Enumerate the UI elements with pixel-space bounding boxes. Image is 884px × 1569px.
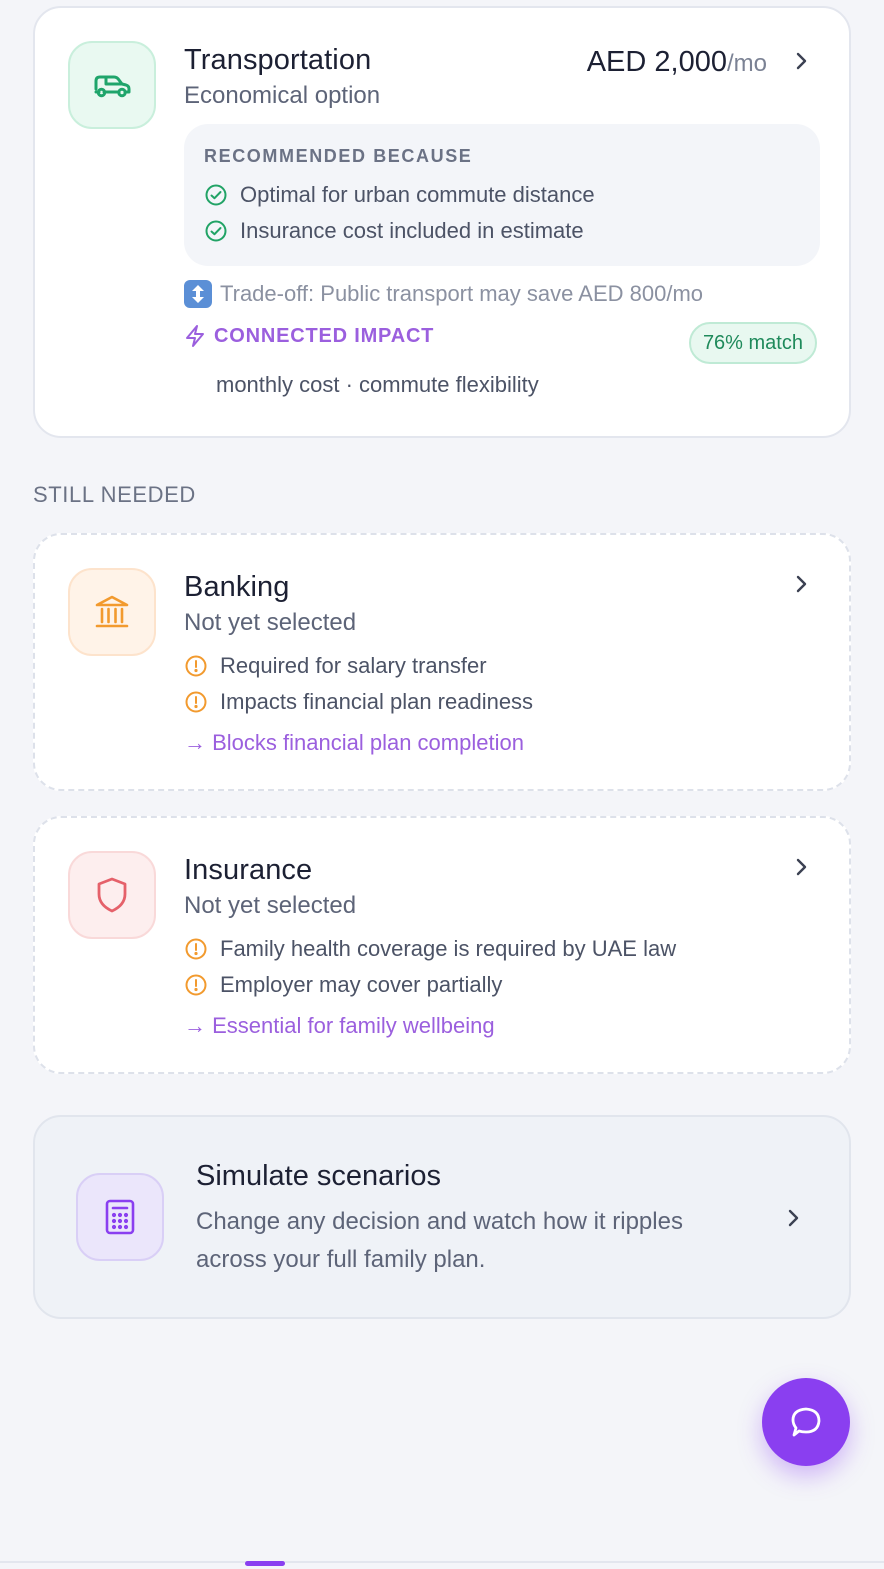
reason-text: Optimal for urban commute distance [240,182,595,207]
requirement-item: Impacts financial plan readiness [184,689,533,715]
blocker-note: → Blocks financial plan completion [184,730,524,755]
card-subtitle: Not yet selected [184,892,357,919]
check-circle-icon [205,220,227,242]
requirement-item: Employer may cover partially [184,972,502,998]
reason-text: Insurance cost included in estimate [240,218,584,243]
chevron-right-icon[interactable] [790,856,812,878]
requirement-text: Required for salary transfer [220,653,487,678]
still-needed-heading: STILL NEEDED [33,482,196,507]
reason-item: Optimal for urban commute distance [204,182,595,208]
alert-circle-icon [185,938,207,960]
insurance-card[interactable]: Insurance Not yet selected Family health… [33,816,851,1074]
tradeoff-text: Trade-off: Public transport may save AED… [220,281,704,306]
card-title: Transportation [184,44,372,76]
requirement-item: Required for salary transfer [184,653,487,679]
monthly-price: AED 2,000/mo [587,46,767,79]
simulate-scenarios-card[interactable]: Simulate scenarios Change any decision a… [33,1115,851,1319]
active-tab-indicator [245,1561,285,1566]
card-subtitle: Economical option [184,82,381,109]
price-amount: AED 2,000 [586,46,727,78]
impact-detail: monthly cost · commute flexibility [216,372,539,397]
connected-impact-label: CONNECTED IMPACT [184,324,434,348]
impact-label-text: CONNECTED IMPACT [214,324,435,347]
bottom-nav-divider [0,1561,884,1563]
chevron-right-icon[interactable] [790,50,812,72]
recommended-heading: RECOMMENDED BECAUSE [204,146,473,166]
chevron-right-icon[interactable] [782,1207,804,1229]
check-circle-icon [205,184,227,206]
reason-item: Insurance cost included in estimate [204,218,584,244]
transportation-card[interactable]: Transportation Economical option AED 2,0… [33,6,851,438]
recommendation-panel: RECOMMENDED BECAUSE Optimal for urban co… [184,124,820,266]
lightning-icon [186,325,204,347]
car-icon-box [68,41,156,129]
alert-circle-icon [185,691,207,713]
requirement-item: Family health coverage is required by UA… [184,936,676,962]
alert-circle-icon [185,974,207,996]
alert-circle-icon [185,655,207,677]
shield-icon-box [68,851,156,939]
requirement-text: Impacts financial plan readiness [220,689,534,714]
card-subtitle: Not yet selected [184,609,357,636]
chat-button[interactable] [762,1378,850,1466]
bank-icon-box [68,568,156,656]
shield-icon [97,877,127,913]
card-title: Insurance [184,854,313,886]
requirement-text: Employer may cover partially [220,972,503,997]
tradeoff-note: Trade-off: Public transport may save AED… [184,280,703,308]
card-title: Simulate scenarios [196,1160,441,1192]
up-down-arrow-icon [184,280,212,308]
calculator-icon [105,1199,135,1235]
calculator-icon-box [76,1173,164,1261]
chat-bubble-icon [791,1407,821,1437]
chevron-right-icon[interactable] [790,573,812,595]
requirement-text: Family health coverage is required by UA… [220,936,677,961]
match-badge: 76% match [688,322,817,364]
bank-icon [95,595,129,628]
car-icon [94,75,131,98]
banking-card[interactable]: Banking Not yet selected Required for sa… [33,533,851,791]
blocker-note: → Essential for family wellbeing [184,1013,495,1038]
card-description: Change any decision and watch how it rip… [196,1208,683,1273]
card-title: Banking [184,571,290,603]
price-unit: /mo [726,50,767,77]
